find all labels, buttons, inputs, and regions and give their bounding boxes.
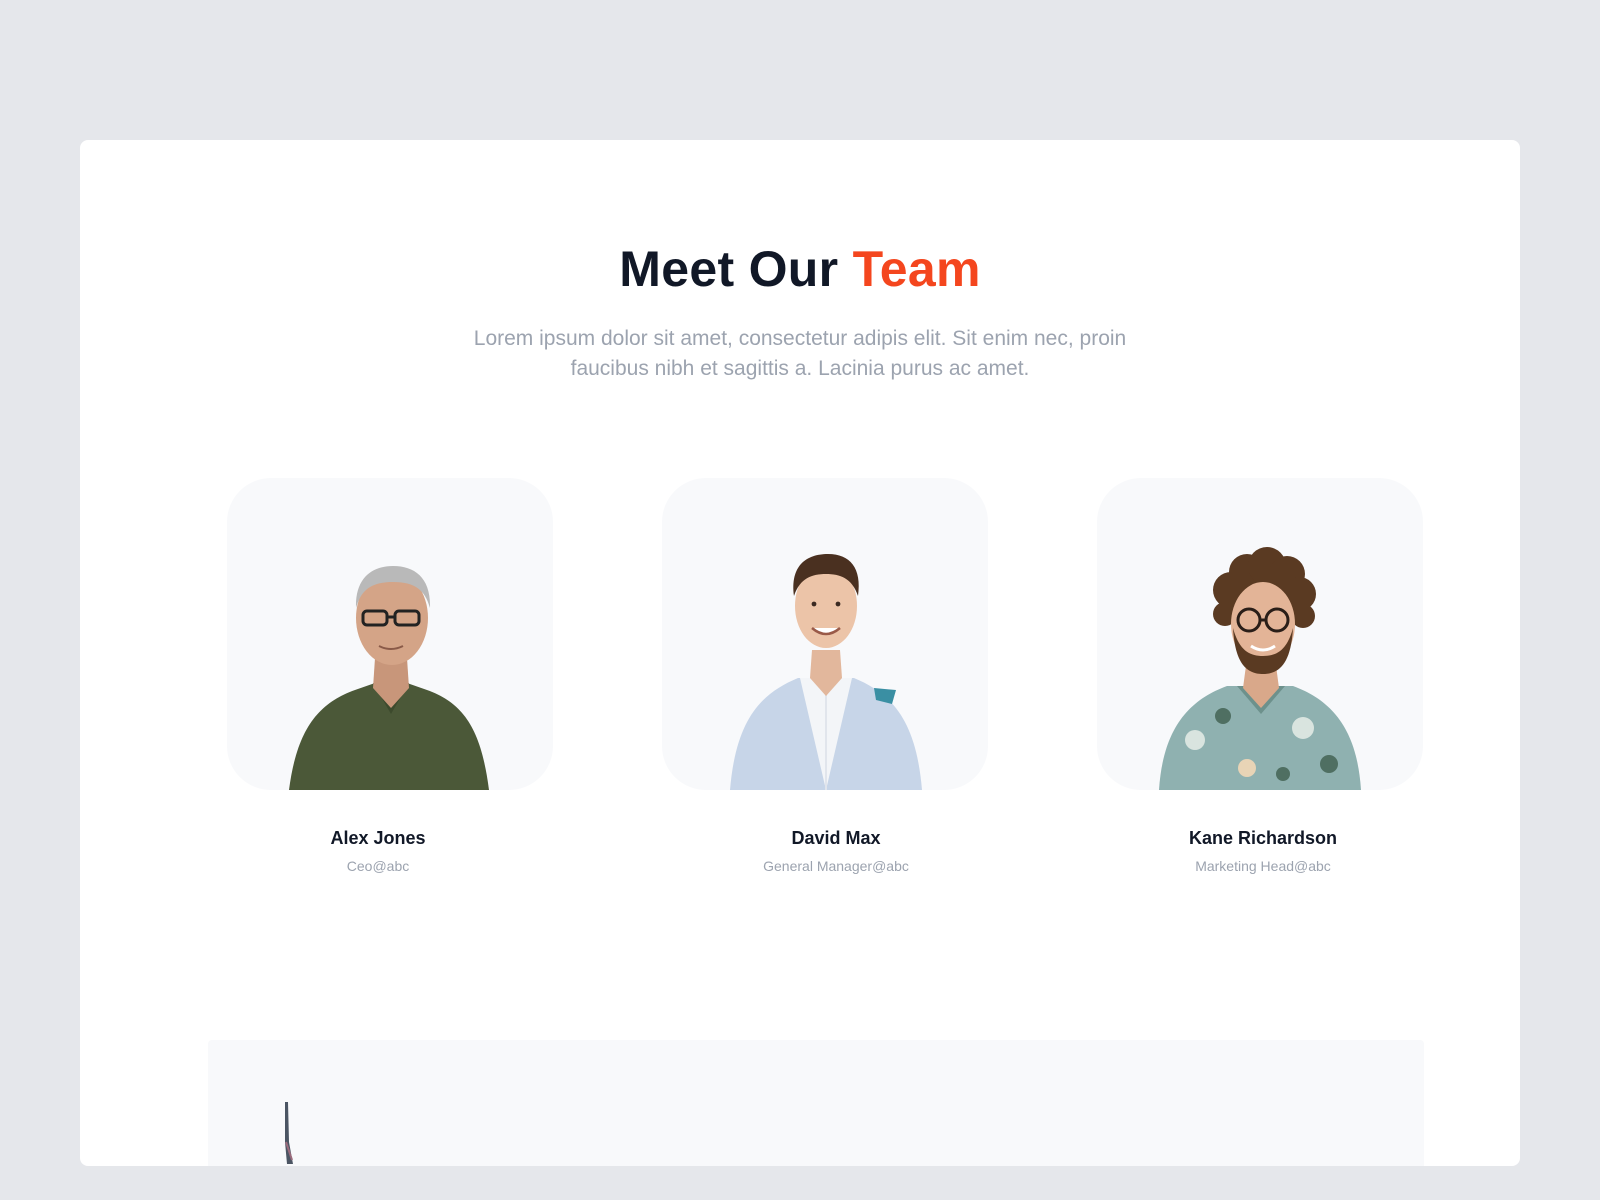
section-description: Lorem ipsum dolor sit amet, consectetur … <box>473 327 1127 380</box>
team-member-card[interactable]: Alex Jones Ceo@abc <box>227 478 553 874</box>
team-member-card[interactable]: David Max General Manager@abc <box>662 478 988 874</box>
member-photo <box>227 478 553 790</box>
member-name: Alex Jones <box>330 828 426 848</box>
member-role: Ceo@abc <box>346 858 410 874</box>
member-photo <box>1097 478 1423 790</box>
member-name: David Max <box>791 828 881 848</box>
team-section-card: Meet Our Team Lorem ipsum dolor sit amet… <box>80 140 1520 1166</box>
bottom-panel <box>208 1040 1424 1166</box>
member-photo <box>662 478 988 790</box>
section-title: Meet Our Team <box>80 240 1520 298</box>
section-title-accent: Team <box>852 241 981 297</box>
partial-figure-image <box>285 1102 293 1164</box>
member-role: Marketing Head@abc <box>1195 858 1331 874</box>
team-member-card[interactable]: Kane Richardson Marketing Head@abc <box>1097 478 1423 874</box>
member-role: General Manager@abc <box>763 858 909 874</box>
section-title-main: Meet Our <box>619 241 839 297</box>
member-name: Kane Richardson <box>1188 828 1338 848</box>
